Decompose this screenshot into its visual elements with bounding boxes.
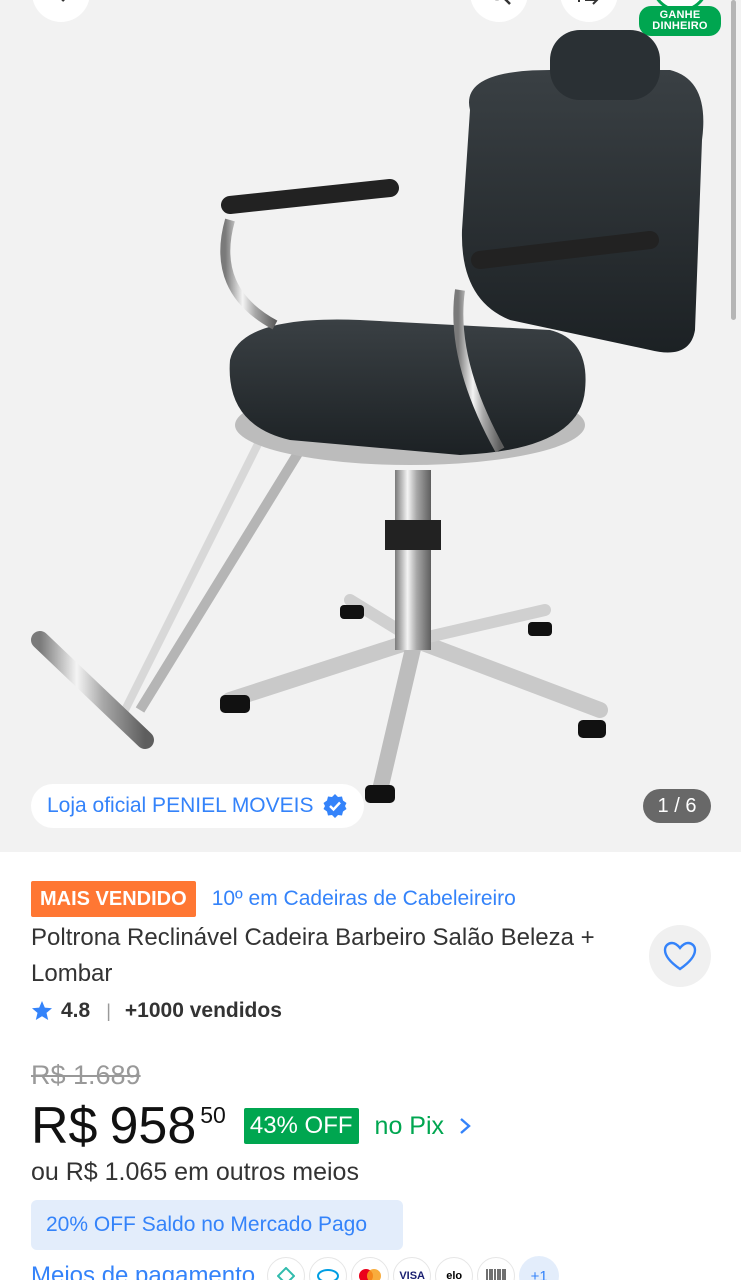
heart-icon (663, 941, 697, 971)
official-store-link[interactable]: Loja oficial PENIEL MOVEIS (31, 784, 364, 828)
search-button[interactable] (470, 0, 528, 22)
product-title: Poltrona Reclinável Cadeira Barbeiro Sal… (31, 924, 595, 987)
price-currency: R$ (31, 1097, 98, 1155)
more-payment-methods[interactable]: +1 (519, 1256, 560, 1280)
discount-badge: 43% OFF (243, 1108, 359, 1144)
verified-icon (323, 794, 346, 818)
star-icon (32, 1001, 52, 1020)
back-button[interactable] (32, 0, 90, 22)
elo-icon: elo (435, 1257, 474, 1280)
best-seller-badge: MAIS VENDIDO (31, 881, 196, 917)
share-icon (578, 0, 599, 5)
image-counter: 1 / 6 (643, 789, 711, 823)
rating-row[interactable]: 4.8 | +1000 vendidos (31, 997, 282, 1025)
share-button[interactable] (560, 0, 618, 22)
alternative-price: ou R$ 1.065 em outros meios (31, 1158, 359, 1186)
chevron-right-icon[interactable] (458, 1116, 472, 1136)
chevron-left-icon (61, 0, 65, 2)
rating-separator: | (106, 1000, 111, 1021)
mastercard-icon (351, 1257, 390, 1280)
scrollbar[interactable] (731, 0, 736, 320)
category-rank-link[interactable]: 10º em Cadeiras de Cabeleireiro (212, 887, 516, 911)
mercado-pago-icon (309, 1257, 348, 1280)
store-label: Loja oficial PENIEL MOVEIS (47, 794, 314, 817)
payment-methods-link[interactable]: Meios de pagamento (31, 1262, 255, 1280)
favorite-button[interactable] (649, 925, 711, 987)
sold-count: +1000 vendidos (124, 999, 282, 1022)
price-row: R$ 958 50 43% OFF no Pix (31, 1094, 472, 1158)
price-cents: 50 (200, 1102, 226, 1128)
boleto-icon (477, 1257, 516, 1280)
visa-icon: VISA (393, 1257, 432, 1280)
badge-row: MAIS VENDIDO 10º em Cadeiras de Cabeleir… (31, 881, 516, 917)
pix-label[interactable]: no Pix (375, 1108, 444, 1144)
product-gallery[interactable]: GANHE DINHEIRO Loja oficial PENIEL MOVEI… (0, 0, 741, 852)
original-price: R$ 1.689 (31, 1060, 141, 1090)
rating-value: 4.8 (61, 999, 91, 1022)
promo-banner[interactable]: 20% OFF Saldo no Mercado Pago (31, 1200, 403, 1250)
pix-logo-icon (267, 1257, 306, 1280)
product-image (31, 30, 704, 803)
price-amount: 958 (109, 1097, 197, 1155)
search-icon (494, 0, 511, 5)
payment-methods-row[interactable]: Meios de pagamento VISA elo +1 (31, 1256, 560, 1280)
